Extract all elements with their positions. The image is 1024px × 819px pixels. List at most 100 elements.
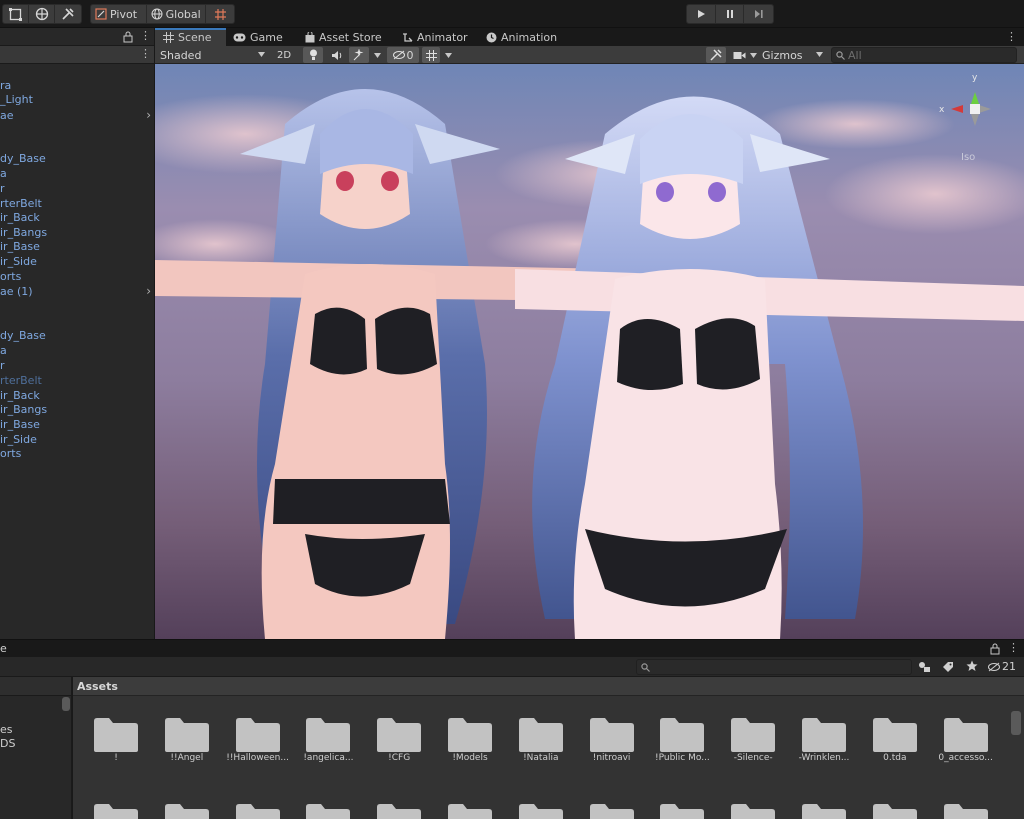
hierarchy-item[interactable]: rterBelt bbox=[0, 373, 154, 388]
audio-toggle[interactable] bbox=[327, 47, 347, 63]
folder-icon[interactable] bbox=[801, 801, 847, 819]
step-button[interactable] bbox=[744, 5, 773, 23]
asset-folder-label: -Silence- bbox=[733, 753, 773, 763]
hierarchy-item[interactable]: dy_Base bbox=[0, 328, 154, 343]
folder-icon[interactable] bbox=[447, 801, 493, 819]
filter-by-type-icon[interactable] bbox=[918, 661, 932, 673]
scene-viewport[interactable]: y x Iso bbox=[155, 64, 1024, 639]
hierarchy-item[interactable]: a bbox=[0, 343, 154, 358]
asset-folder[interactable]: -Wrinklen... bbox=[791, 697, 857, 772]
hierarchy-item[interactable]: rterBelt bbox=[0, 196, 154, 211]
grid-toggle[interactable] bbox=[422, 47, 440, 63]
grid-dropdown[interactable] bbox=[441, 47, 455, 63]
hierarchy-item[interactable]: ir_Back bbox=[0, 388, 154, 403]
hierarchy-item[interactable]: orts bbox=[0, 269, 154, 284]
hierarchy-item[interactable]: ae (1) › bbox=[0, 284, 154, 299]
project-search-input[interactable] bbox=[636, 659, 912, 675]
asset-folder[interactable]: -Silence- bbox=[720, 697, 786, 772]
more-options-icon[interactable]: ⋮ bbox=[140, 47, 151, 60]
hierarchy-item[interactable]: ir_Back bbox=[0, 210, 154, 225]
folder-tree-item[interactable]: DS bbox=[0, 737, 15, 750]
tools-button[interactable] bbox=[706, 47, 726, 63]
hierarchy-item[interactable]: a bbox=[0, 166, 154, 181]
asset-folder[interactable]: !Public Mo... bbox=[649, 697, 715, 772]
hierarchy-item[interactable]: r bbox=[0, 358, 154, 373]
global-toggle[interactable]: Global bbox=[147, 5, 207, 23]
hierarchy-item[interactable]: ra bbox=[0, 78, 154, 93]
play-button[interactable] bbox=[687, 5, 716, 23]
hierarchy-item[interactable]: orts bbox=[0, 446, 154, 461]
gizmos-dropdown[interactable]: Gizmos bbox=[762, 47, 826, 63]
2d-toggle[interactable]: 2D bbox=[272, 47, 296, 63]
folder-icon[interactable] bbox=[943, 801, 989, 819]
grid-snap-button[interactable] bbox=[206, 5, 234, 23]
asset-folder[interactable]: 0_accesso... bbox=[933, 697, 999, 772]
assets-breadcrumb-label[interactable]: Assets bbox=[77, 680, 118, 693]
asset-folder[interactable]: ! bbox=[83, 697, 149, 772]
asset-folder[interactable]: !Models bbox=[437, 697, 503, 772]
folder-icon[interactable] bbox=[376, 801, 422, 819]
custom-tools-button[interactable] bbox=[55, 5, 81, 23]
folder-icon[interactable] bbox=[730, 801, 776, 819]
rect-tool-button[interactable] bbox=[3, 5, 29, 23]
camera-dropdown[interactable] bbox=[748, 47, 758, 63]
chevron-right-icon[interactable]: › bbox=[146, 108, 151, 123]
folder-icon[interactable] bbox=[659, 801, 705, 819]
tab-animation[interactable]: Animation bbox=[486, 28, 566, 46]
asset-folder[interactable]: !CFG bbox=[366, 697, 432, 772]
more-options-icon[interactable]: ⋮ bbox=[140, 29, 151, 42]
hierarchy-item[interactable]: ir_Side bbox=[0, 432, 154, 447]
folder-tree-header bbox=[0, 677, 71, 696]
label-icon[interactable] bbox=[942, 661, 954, 673]
scene-search-input[interactable]: All bbox=[831, 47, 1017, 63]
lock-icon[interactable] bbox=[990, 643, 1000, 655]
tab-animator[interactable]: Animator bbox=[402, 28, 476, 46]
tab-scene[interactable]: Scene bbox=[155, 28, 226, 46]
hierarchy-item[interactable]: ir_Bangs bbox=[0, 225, 154, 240]
asset-folder[interactable]: 0.tda bbox=[862, 697, 928, 772]
scrollbar[interactable] bbox=[1011, 711, 1021, 735]
hierarchy-item[interactable]: dy_Base bbox=[0, 151, 154, 166]
camera-settings-button[interactable] bbox=[730, 47, 748, 63]
pause-button[interactable] bbox=[716, 5, 745, 23]
folder-icon[interactable] bbox=[589, 801, 635, 819]
folder-icon[interactable] bbox=[164, 801, 210, 819]
chevron-right-icon[interactable]: › bbox=[146, 284, 151, 299]
shading-mode-dropdown[interactable]: Shaded bbox=[157, 47, 267, 63]
asset-folder[interactable]: !angelica... bbox=[295, 697, 361, 772]
asset-folder[interactable]: !nitroavi bbox=[579, 697, 645, 772]
lighting-toggle[interactable] bbox=[303, 47, 323, 63]
asset-folder[interactable]: !Natalia bbox=[508, 697, 574, 772]
star-icon[interactable] bbox=[966, 660, 978, 672]
hierarchy-item[interactable]: ir_Base bbox=[0, 239, 154, 254]
transform-tool-button[interactable] bbox=[29, 5, 55, 23]
effects-toggle[interactable] bbox=[349, 47, 369, 63]
folder-icon[interactable] bbox=[93, 801, 139, 819]
hierarchy-item-label: ir_Back bbox=[0, 389, 40, 402]
hierarchy-item[interactable]: ir_Side bbox=[0, 254, 154, 269]
lock-icon[interactable] bbox=[123, 31, 133, 43]
more-options-icon[interactable]: ⋮ bbox=[1008, 641, 1019, 654]
asset-folder[interactable]: !!Halloween... bbox=[225, 697, 291, 772]
scrollbar[interactable] bbox=[62, 697, 70, 711]
folder-icon[interactable] bbox=[305, 801, 351, 819]
hierarchy-item[interactable]: ae › bbox=[0, 108, 154, 123]
hidden-objects-toggle[interactable]: 0 bbox=[387, 47, 419, 63]
more-options-icon[interactable]: ⋮ bbox=[1006, 30, 1017, 43]
folder-icon bbox=[447, 715, 493, 756]
folder-icon[interactable] bbox=[872, 801, 918, 819]
hierarchy-item[interactable]: _Light bbox=[0, 92, 154, 107]
hierarchy-item[interactable]: ir_Base bbox=[0, 417, 154, 432]
tab-asset-store[interactable]: Asset Store bbox=[305, 28, 391, 46]
eye-slash-icon bbox=[988, 662, 1000, 671]
folder-tree-item[interactable]: es bbox=[0, 723, 13, 736]
hidden-packages-toggle[interactable]: 21 bbox=[988, 660, 1016, 673]
effects-dropdown[interactable] bbox=[371, 47, 383, 63]
asset-folder[interactable]: !!Angel bbox=[154, 697, 220, 772]
pivot-toggle[interactable]: Pivot bbox=[91, 5, 147, 23]
hierarchy-item[interactable]: r bbox=[0, 181, 154, 196]
hierarchy-item[interactable]: ir_Bangs bbox=[0, 402, 154, 417]
tab-game[interactable]: Game bbox=[233, 28, 295, 46]
folder-icon[interactable] bbox=[235, 801, 281, 819]
folder-icon[interactable] bbox=[518, 801, 564, 819]
